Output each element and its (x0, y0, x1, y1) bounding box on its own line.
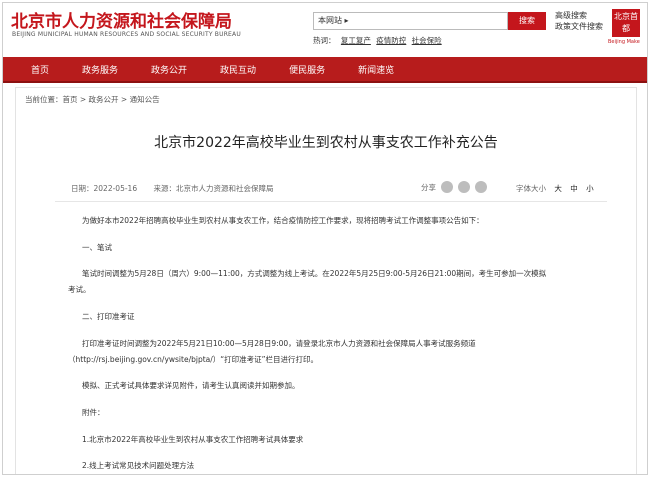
search-button[interactable]: 搜索 (508, 12, 546, 30)
breadcrumb-label: 当前位置： (25, 95, 63, 104)
hot-word-link[interactable]: 复工复产 (341, 36, 371, 45)
policy-search-link[interactable]: 政策文件搜索 (555, 21, 603, 32)
weibo-icon[interactable] (458, 181, 470, 193)
share-label: 分享 (421, 182, 436, 192)
section-heading: 二、打印准考证 (82, 312, 135, 321)
search-box: 本网站 ▸ (313, 12, 508, 30)
article-paragraph: 为做好本市2022年招聘高校毕业生到农村从事支农工作，结合疫情防控工作要求，现将… (82, 216, 484, 225)
article-paragraph: 打印准考证时间调整为2022年5月21日10:00—5月28日9:00，请登录北… (82, 339, 476, 348)
nav-item-news[interactable]: 新闻速览 (358, 63, 394, 76)
pta-link[interactable]: （http://rsj.beijing.gov.cn/ywsite/bjpta/… (68, 353, 318, 367)
hot-word-link[interactable]: 社会保险 (412, 36, 442, 45)
site-logo-title[interactable]: 北京市人力资源和社会保障局 (11, 7, 232, 32)
share-more-icon[interactable] (475, 181, 487, 193)
article-source: 来源：北京市人力资源和社会保障局 (153, 184, 274, 193)
font-size-label: 字体大小 (516, 184, 546, 193)
search-links: 高级搜索 政策文件搜索 (555, 10, 603, 32)
attachment-link[interactable]: 1.北京市2022年高校毕业生到农村从事支农工作招聘考试具体要求 (82, 433, 303, 447)
breadcrumb-trail[interactable]: 首页 > 政务公开 > 通知公告 (63, 95, 160, 104)
font-size-small-button[interactable]: 小 (586, 184, 594, 193)
attachments-label: 附件： (82, 408, 105, 417)
share-bar: 分享 (421, 181, 487, 193)
article-date: 日期：2022-05-16 (71, 184, 138, 193)
hot-word-link[interactable]: 疫情防控 (376, 36, 406, 45)
main-nav: 首页 政务服务 政务公开 政民互动 便民服务 新闻速览 (3, 57, 647, 81)
search-input[interactable] (354, 14, 504, 28)
nav-underline (3, 81, 647, 83)
breadcrumb: 当前位置：首页 > 政务公开 > 通知公告 (25, 94, 160, 105)
nav-item-disclosure[interactable]: 政务公开 (151, 63, 187, 76)
article-meta: 日期：2022-05-16 来源：北京市人力资源和社会保障局 (71, 183, 287, 194)
beijing-seal-caption: Beijing Make (608, 39, 640, 45)
nav-item-services[interactable]: 政务服务 (82, 63, 118, 76)
advanced-search-link[interactable]: 高级搜索 (555, 10, 603, 21)
article-paragraph: 考试。 (68, 285, 91, 294)
hot-words-label: 热词： (313, 36, 336, 45)
article-paragraph: 模拟、正式考试具体要求详见附件，请考生认真阅读并如期参加。 (82, 381, 300, 390)
nav-item-public-services[interactable]: 便民服务 (289, 63, 325, 76)
article-paragraph: 笔试时间调整为5月28日（周六）9:00—11:00，方式调整为线上考试。在20… (82, 269, 547, 278)
font-size-large-button[interactable]: 大 (554, 184, 562, 193)
section-heading: 一、笔试 (82, 243, 112, 252)
meta-divider (55, 201, 607, 202)
attachment-link[interactable]: 2.线上考试常见技术问题处理方法 (82, 459, 194, 473)
hot-words: 热词： 复工复产 疫情防控 社会保险 (313, 35, 445, 46)
article-title: 北京市2022年高校毕业生到农村从事支农工作补充公告 (154, 135, 498, 151)
font-size-medium-button[interactable]: 中 (570, 184, 578, 193)
page-frame: 北京市人力资源和社会保障局 BEIJING MUNICIPAL HUMAN RE… (2, 2, 648, 475)
site-header: 北京市人力资源和社会保障局 BEIJING MUNICIPAL HUMAN RE… (3, 3, 647, 55)
search-scope-select[interactable]: 本网站 ▸ (318, 15, 349, 26)
site-logo-subtitle: BEIJING MUNICIPAL HUMAN RESOURCES AND SO… (12, 31, 241, 38)
nav-item-home[interactable]: 首页 (31, 63, 49, 76)
wechat-icon[interactable] (441, 181, 453, 193)
nav-item-interaction[interactable]: 政民互动 (220, 63, 256, 76)
beijing-seal-logo: 北京首都 (612, 9, 640, 37)
font-size-controls: 字体大小 大 中 小 (516, 183, 594, 194)
